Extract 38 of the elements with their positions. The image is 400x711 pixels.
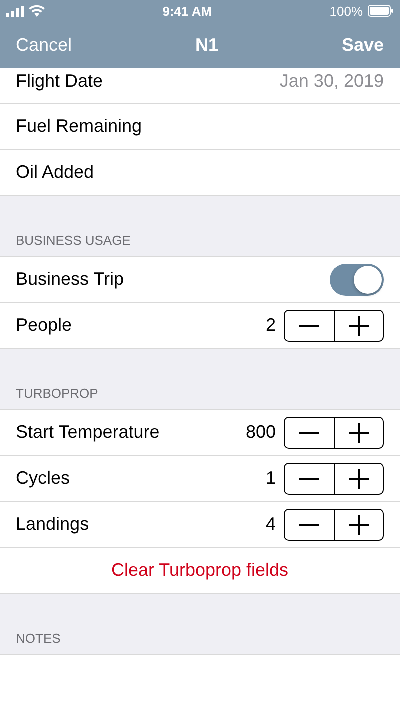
stepper-value: 1 bbox=[266, 468, 276, 489]
plus-icon bbox=[348, 316, 369, 336]
plus-icon bbox=[348, 514, 369, 534]
row-label: Landings bbox=[16, 514, 90, 535]
section-header: BUSINESS USAGE bbox=[16, 233, 131, 248]
battery-icon bbox=[368, 5, 394, 17]
row-value: Jan 30, 2019 bbox=[280, 71, 384, 92]
row-label: Business Trip bbox=[16, 269, 126, 290]
toggle-switch[interactable] bbox=[330, 264, 384, 296]
clear-button[interactable]: Clear Turboprop fields bbox=[16, 548, 384, 594]
row-label: People bbox=[16, 315, 74, 336]
wifi-icon bbox=[29, 5, 45, 17]
minus-icon bbox=[299, 324, 320, 326]
section-header: NOTES bbox=[16, 631, 61, 646]
row-label: Cycles bbox=[16, 468, 72, 489]
stepper-value: 800 bbox=[246, 422, 276, 443]
stepper-value: 2 bbox=[266, 315, 276, 336]
minus-icon bbox=[299, 432, 320, 434]
minus-icon bbox=[299, 524, 320, 526]
minus-icon bbox=[299, 478, 320, 480]
plus-icon bbox=[348, 422, 369, 442]
row-label: Fuel Remaining bbox=[16, 116, 144, 137]
stepper[interactable] bbox=[284, 416, 384, 448]
stepper-value: 4 bbox=[266, 514, 276, 535]
battery-percent: 100% bbox=[330, 4, 363, 18]
row-label: Flight Date bbox=[16, 71, 104, 92]
stepper[interactable] bbox=[284, 462, 384, 494]
stepper[interactable] bbox=[284, 508, 384, 540]
row-label: Start Temperature bbox=[16, 422, 161, 443]
cancel-button[interactable]: Cancel bbox=[16, 34, 72, 56]
plus-icon bbox=[348, 468, 369, 488]
status-time: 9:41 AM bbox=[162, 4, 212, 18]
section-header: TURBOPROP bbox=[16, 386, 98, 401]
row-label: Oil Added bbox=[16, 162, 96, 183]
save-button[interactable]: Save bbox=[342, 34, 384, 56]
signal-icon bbox=[6, 6, 24, 16]
nav-title: N1 bbox=[195, 34, 218, 56]
stepper[interactable] bbox=[284, 310, 384, 342]
